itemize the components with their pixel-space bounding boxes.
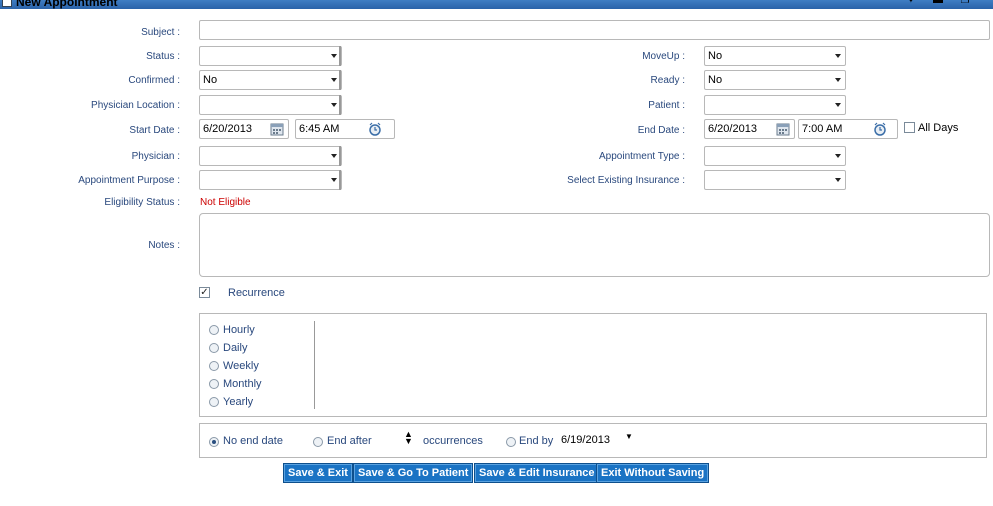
- no-end-date-radio[interactable]: [209, 437, 219, 447]
- end-date-label: End Date :: [637, 125, 685, 136]
- start-date-label: Start Date :: [129, 125, 180, 136]
- select-divider: [339, 46, 341, 66]
- start-time-value: 6:45 AM: [299, 123, 340, 135]
- all-days-label: All Days: [918, 122, 959, 134]
- save-edit-insurance-button[interactable]: Save & Edit Insurance: [474, 463, 600, 483]
- occurrences-label: occurrences: [423, 435, 483, 447]
- eligibility-status: Not Eligible: [200, 197, 251, 208]
- physician-location-label: Physician Location :: [91, 100, 180, 111]
- pin-icon[interactable]: ✦: [906, 0, 916, 6]
- physician-label: Physician :: [131, 151, 180, 162]
- panel-divider: [314, 321, 315, 409]
- subject-input[interactable]: [199, 20, 990, 40]
- daily-radio[interactable]: [209, 343, 219, 353]
- appointment-purpose-label: Appointment Purpose :: [78, 175, 180, 186]
- end-time-value: 7:00 AM: [802, 123, 843, 135]
- select-divider: [339, 95, 341, 115]
- select-divider: [339, 70, 341, 90]
- physician-location-select[interactable]: [199, 95, 342, 115]
- end-by-label: End by: [519, 435, 554, 447]
- chevron-down-icon: [835, 154, 841, 158]
- confirmed-label: Confirmed :: [128, 75, 180, 86]
- no-end-date-label: No end date: [223, 435, 283, 447]
- all-days-checkbox[interactable]: [904, 122, 915, 133]
- ready-value: No: [708, 74, 723, 86]
- weekly-radio[interactable]: [209, 361, 219, 371]
- minimize-icon[interactable]: ▬: [933, 0, 943, 6]
- clock-icon[interactable]: [368, 122, 382, 136]
- chevron-down-icon: [835, 178, 841, 182]
- chevron-down-icon: [331, 54, 337, 58]
- hourly-radio[interactable]: [209, 325, 219, 335]
- start-time-input[interactable]: 6:45 AM: [295, 119, 395, 139]
- start-date-value: 6/20/2013: [203, 123, 252, 135]
- notes-label: Notes :: [148, 240, 180, 251]
- end-date-input[interactable]: 6/20/2013: [704, 119, 795, 139]
- yearly-radio[interactable]: [209, 397, 219, 407]
- chevron-down-icon: [331, 154, 337, 158]
- existing-insurance-select[interactable]: [704, 170, 846, 190]
- save-exit-button[interactable]: Save & Exit: [283, 463, 353, 483]
- ready-label: Ready :: [650, 75, 685, 86]
- moveup-label: MoveUp :: [642, 51, 685, 62]
- weekly-label: Weekly: [223, 360, 259, 372]
- status-select[interactable]: [199, 46, 342, 66]
- existing-insurance-label: Select Existing Insurance :: [567, 175, 685, 186]
- hourly-label: Hourly: [223, 324, 255, 336]
- recurrence-label: Recurrence: [228, 287, 285, 299]
- end-time-input[interactable]: 7:00 AM: [798, 119, 898, 139]
- eligibility-label: Eligibility Status :: [104, 197, 180, 208]
- chevron-down-icon: [331, 103, 337, 107]
- calendar-icon[interactable]: [270, 122, 284, 136]
- save-go-to-patient-button[interactable]: Save & Go To Patient: [353, 463, 474, 483]
- status-label: Status :: [146, 51, 180, 62]
- occurrences-spinner[interactable]: ▲ ▼: [404, 430, 413, 446]
- monthly-label: Monthly: [223, 378, 262, 390]
- daily-label: Daily: [223, 342, 248, 354]
- chevron-down-icon: [835, 103, 841, 107]
- recurrence-checkbox[interactable]: ✓: [199, 287, 210, 298]
- calendar-icon[interactable]: [776, 122, 790, 136]
- monthly-radio[interactable]: [209, 379, 219, 389]
- end-by-radio[interactable]: [506, 437, 516, 447]
- window-title-bar: New Appointment ✦ ▬ ❐: [0, 0, 993, 9]
- appointment-type-label: Appointment Type :: [599, 151, 685, 162]
- select-divider: [339, 170, 341, 190]
- end-by-date[interactable]: 6/19/2013: [561, 434, 610, 446]
- appointment-purpose-select[interactable]: [199, 170, 342, 190]
- end-after-label: End after: [327, 435, 372, 447]
- restore-icon[interactable]: ❐: [960, 0, 970, 6]
- window-title: New Appointment: [16, 0, 118, 9]
- notes-textarea[interactable]: [199, 213, 990, 277]
- calendar-icon: [2, 0, 12, 7]
- select-divider: [339, 146, 341, 166]
- chevron-down-icon: [835, 54, 841, 58]
- moveup-value: No: [708, 50, 723, 62]
- exit-without-saving-button[interactable]: Exit Without Saving: [596, 463, 710, 483]
- chevron-down-icon: [331, 78, 337, 82]
- confirmed-value: No: [203, 74, 218, 86]
- confirmed-select[interactable]: No: [199, 70, 342, 90]
- physician-select[interactable]: [199, 146, 342, 166]
- moveup-select[interactable]: No: [704, 46, 846, 66]
- yearly-label: Yearly: [223, 396, 254, 408]
- end-date-value: 6/20/2013: [708, 123, 757, 135]
- end-after-radio[interactable]: [313, 437, 323, 447]
- chevron-down-icon[interactable]: ▼: [625, 432, 633, 441]
- subject-label: Subject :: [141, 27, 180, 38]
- chevron-down-icon: [331, 178, 337, 182]
- recurrence-pattern-panel: [199, 313, 987, 417]
- appointment-type-select[interactable]: [704, 146, 846, 166]
- patient-label: Patient :: [648, 100, 685, 111]
- clock-icon[interactable]: [873, 122, 887, 136]
- chevron-down-icon: [835, 78, 841, 82]
- start-date-input[interactable]: 6/20/2013: [199, 119, 289, 139]
- patient-select[interactable]: [704, 95, 846, 115]
- ready-select[interactable]: No: [704, 70, 846, 90]
